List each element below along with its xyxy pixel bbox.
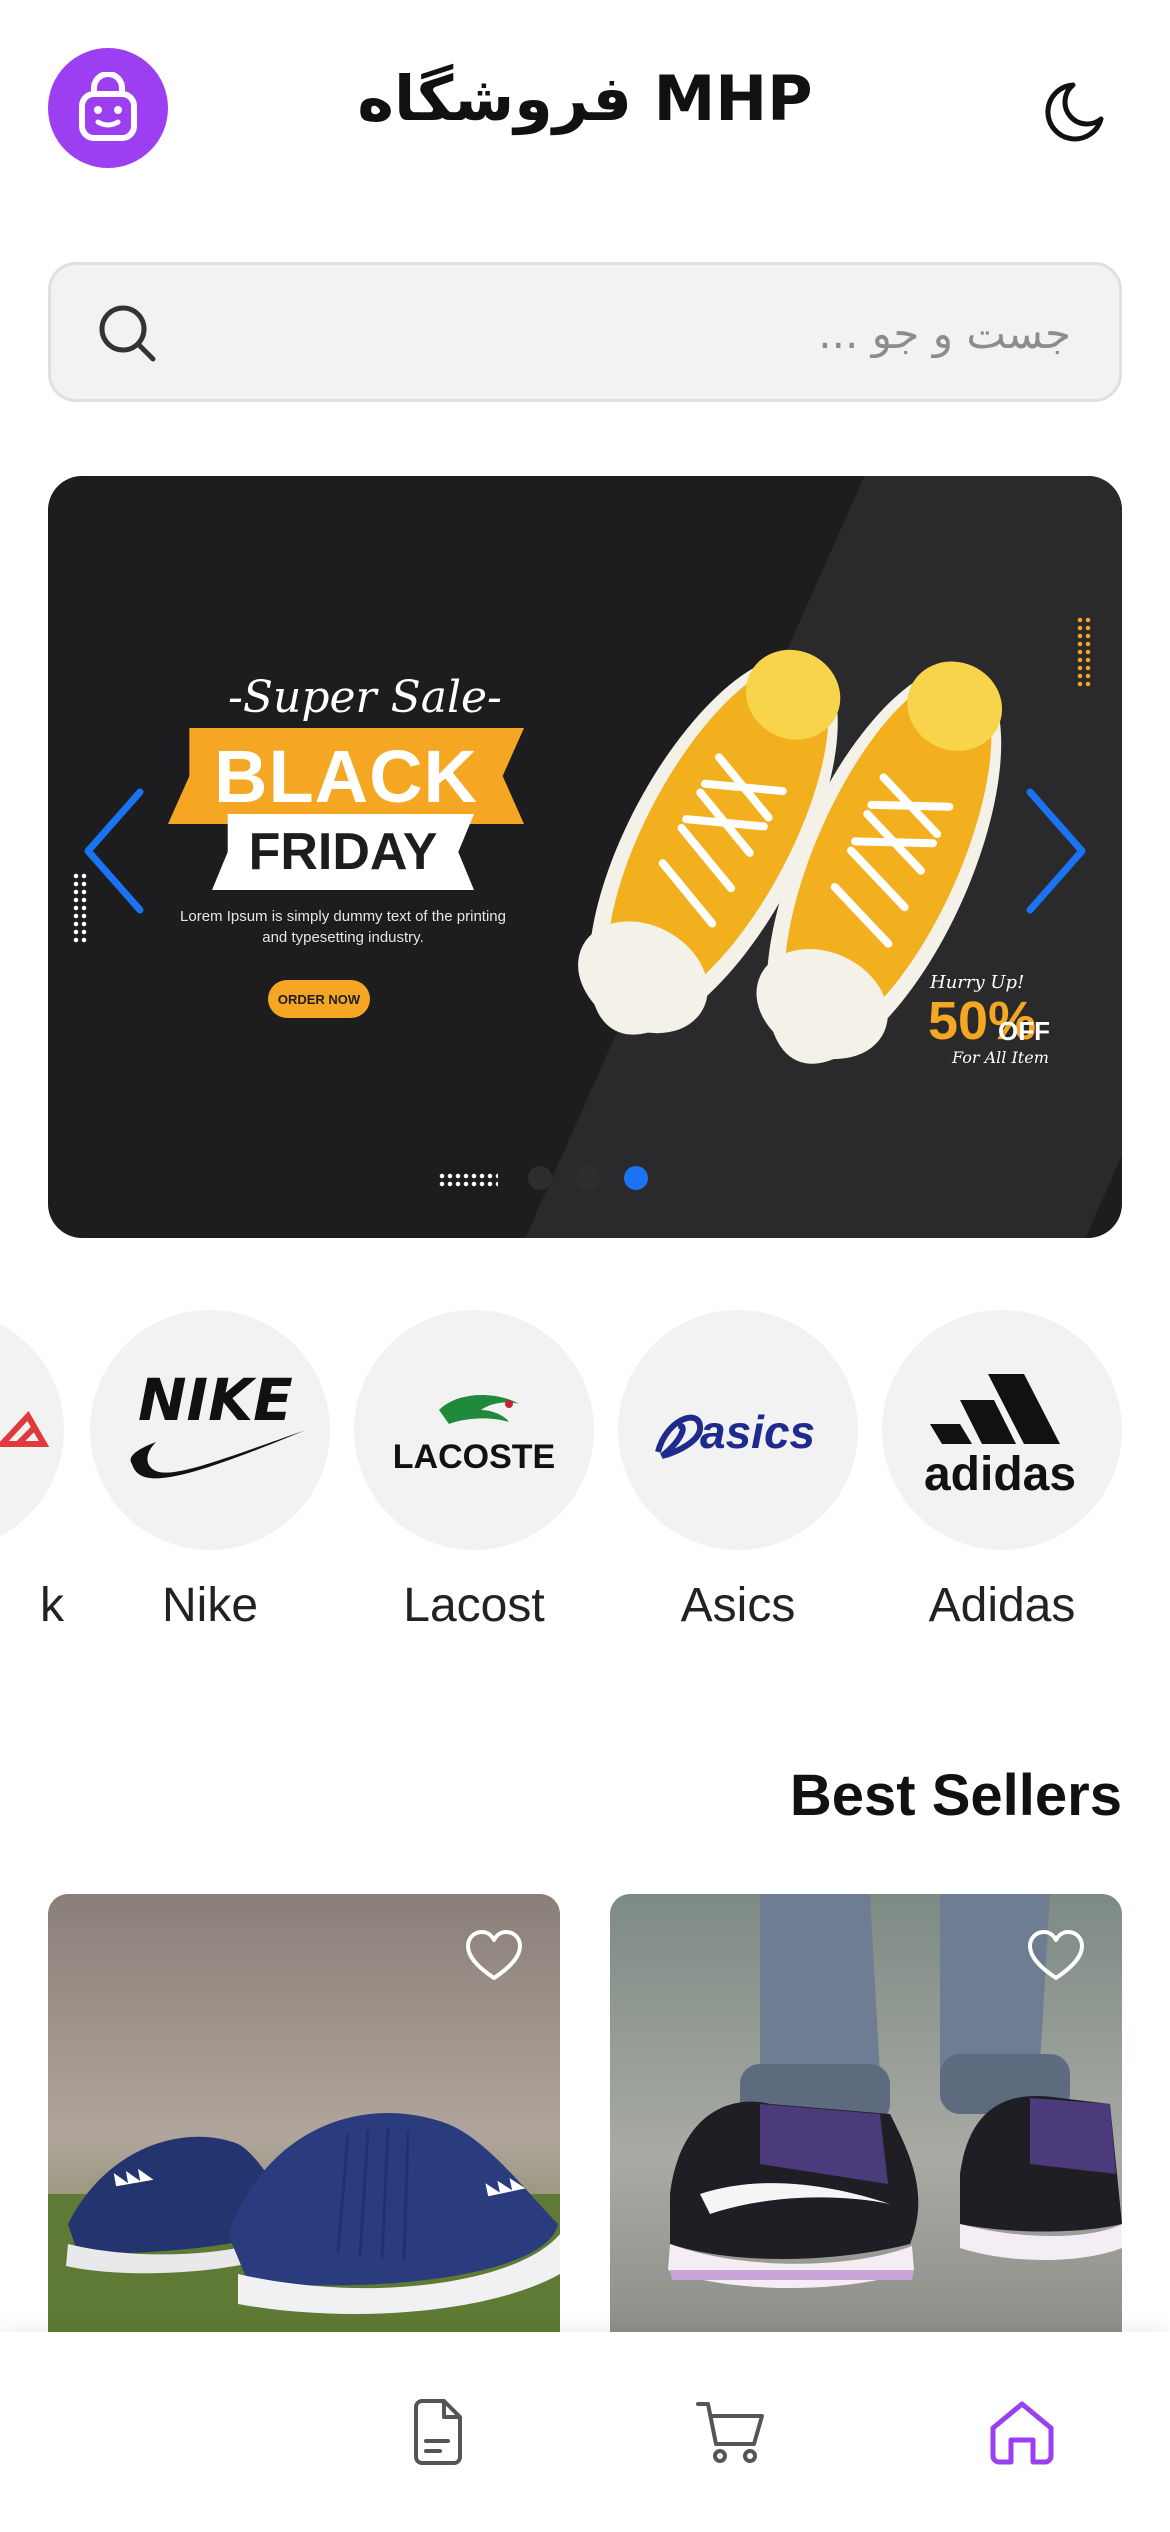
cart-icon (696, 2402, 764, 2463)
nike-logo-icon: NIKE (130, 1366, 306, 1479)
document-icon (414, 2399, 462, 2465)
nav-item-cart[interactable] (690, 2392, 770, 2472)
banner-prev-arrow-icon[interactable] (78, 786, 158, 916)
brand-item-adidas[interactable]: adidas Adidas (882, 1310, 1122, 1633)
banner-black-label: BLACK (168, 728, 524, 824)
brand-label: k (40, 1579, 64, 1632)
brand-item-nike[interactable]: NIKE Nike (90, 1310, 330, 1633)
search-input[interactable] (201, 295, 1071, 371)
product-card[interactable]: ◣◣◣ ◣◣◣ (48, 1894, 560, 2334)
pager-dot[interactable] (576, 1166, 600, 1190)
banner-next-arrow-icon[interactable] (1012, 786, 1092, 916)
nav-item-home[interactable] (982, 2392, 1062, 2472)
lacoste-logo-text: LACOSTE (393, 1438, 555, 1476)
nav-item-orders[interactable] (398, 2392, 478, 2472)
lacoste-logo-icon: LACOSTE (393, 1394, 555, 1476)
svg-text:NIKE: NIKE (138, 1366, 293, 1434)
brand-label: Nike (161, 1579, 259, 1632)
product-card[interactable] (610, 1894, 1122, 2334)
order-now-button[interactable]: ORDER NOW (268, 980, 370, 1018)
search-bar (48, 262, 1122, 402)
brand-label: Asics (680, 1579, 796, 1632)
page-title: فروشگاه MHP (357, 62, 813, 135)
pager-dot[interactable] (528, 1166, 552, 1190)
brand-item-lacoste[interactable]: LACOSTE Lacost (354, 1310, 594, 1633)
app-header: فروشگاه MHP (0, 0, 1170, 210)
brand-logo-circle (0, 1310, 64, 1550)
asics-logo-icon: asics (655, 1406, 815, 1459)
brand-carousel: k NIKE Nike LACOSTE Lacost asics Asics a… (0, 1310, 1170, 1640)
favorite-heart-icon[interactable] (1026, 1928, 1086, 1984)
brand-label: Adidas (928, 1579, 1076, 1632)
reebok-logo-icon (0, 1410, 50, 1447)
moon-icon (1045, 82, 1104, 142)
banner-dots-decoration (438, 1172, 498, 1188)
brand-logo-circle: NIKE (90, 1310, 330, 1550)
adidas-logo-text: adidas (924, 1448, 1076, 1501)
asics-logo-text: asics (700, 1406, 815, 1458)
bottom-navigation (0, 2332, 1170, 2532)
banner-pager (528, 1166, 648, 1190)
theme-toggle-button[interactable] (1032, 66, 1122, 156)
brand-label: Lacost (403, 1579, 545, 1632)
banner-for-all-text: For All Item (952, 1048, 1049, 1067)
best-sellers-title: Best Sellers (789, 1763, 1122, 1828)
adidas-logo-icon: adidas (924, 1374, 1076, 1501)
banner-super-sale: -Super Sale- (228, 672, 502, 723)
banner-description: Lorem Ipsum is simply dummy text of the … (180, 908, 506, 946)
banner-off-text: OFF (998, 1016, 1050, 1046)
banner-friday-label: FRIDAY (212, 814, 474, 890)
brand-logo-circle: LACOSTE (354, 1310, 594, 1550)
brand-logo-circle: adidas (882, 1310, 1122, 1550)
favorite-heart-icon[interactable] (464, 1928, 524, 1984)
brand-logo-circle: asics (618, 1310, 858, 1550)
pager-dot-active[interactable] (624, 1166, 648, 1190)
home-icon (990, 2401, 1054, 2465)
promo-banner[interactable]: -Super Sale- BLACK FRIDAY Lorem Ipsum is… (48, 476, 1122, 1238)
brand-item-reebok[interactable]: k (0, 1310, 64, 1633)
search-icon[interactable] (95, 301, 161, 367)
brand-item-asics[interactable]: asics Asics (618, 1310, 858, 1633)
banner-dots-decoration (1076, 616, 1092, 688)
